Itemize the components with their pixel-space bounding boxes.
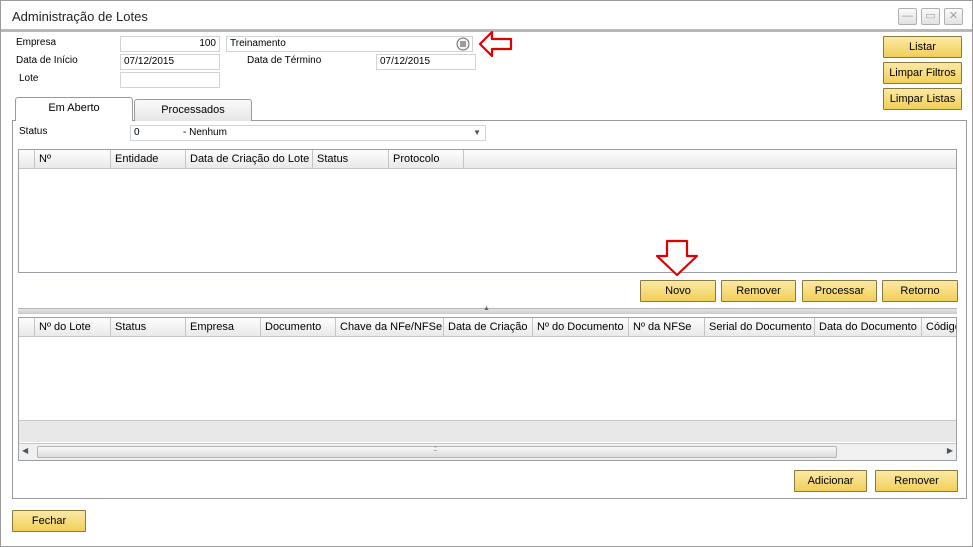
col-codigo[interactable]: Código [922, 318, 956, 336]
grid-summary-row [19, 420, 956, 442]
adicionar-button[interactable]: Adicionar [794, 470, 867, 492]
listar-button[interactable]: Listar [883, 36, 962, 58]
lotes-grid-header: Nº Entidade Data de Criação do Lote Stat… [19, 150, 956, 169]
window-title: Administração de Lotes [12, 9, 148, 24]
title-bar: Administração de Lotes — ▭ ✕ [1, 1, 972, 32]
horizontal-scrollbar[interactable]: ◀ ::: ▶ [19, 443, 956, 460]
col-numero-lote[interactable]: Nº do Lote [35, 318, 111, 336]
col-numero-nfse[interactable]: Nº da NFSe [629, 318, 705, 336]
grip-icon: ::: [433, 444, 438, 453]
fechar-button[interactable]: Fechar [12, 510, 86, 532]
lotes-grid[interactable]: Nº Entidade Data de Criação do Lote Stat… [18, 149, 957, 273]
col-data-criacao-lote[interactable]: Data de Criação do Lote [186, 150, 313, 168]
lote-field[interactable] [120, 72, 220, 88]
retorno-button[interactable]: Retorno [882, 280, 958, 302]
empresa-code-field[interactable]: 100 [120, 36, 220, 52]
splitter-up-icon: ▲ [483, 305, 490, 312]
minimize-button[interactable]: — [898, 8, 917, 25]
data-termino-field[interactable]: 07/12/2015 [376, 54, 476, 70]
empresa-label: Empresa [16, 37, 57, 48]
documentos-grid[interactable]: Nº do Lote Status Empresa Documento Chav… [18, 317, 957, 461]
col-numero-documento[interactable]: Nº do Documento [533, 318, 629, 336]
scroll-left-icon[interactable]: ◀ [22, 446, 28, 455]
row-selector-header [19, 318, 35, 336]
maximize-button[interactable]: ▭ [921, 8, 940, 25]
scrollbar-thumb[interactable]: ::: [37, 444, 837, 458]
documentos-grid-header: Nº do Lote Status Empresa Documento Chav… [19, 318, 956, 337]
data-termino-label: Data de Término [247, 55, 322, 66]
col-protocolo[interactable]: Protocolo [389, 150, 464, 168]
remover-lote-button[interactable]: Remover [721, 280, 796, 302]
tab-processados[interactable]: Processados [134, 99, 252, 121]
empresa-name-field[interactable]: Treinamento [226, 36, 473, 52]
data-inicio-label: Data de Início [16, 55, 78, 66]
col-data-criacao[interactable]: Data de Criação [444, 318, 533, 336]
limpar-listas-button[interactable]: Limpar Listas [883, 88, 962, 110]
list-choose-icon[interactable] [456, 37, 470, 51]
row-selector-header [19, 150, 35, 168]
status-code: 0 [134, 127, 140, 138]
remover-documento-button[interactable]: Remover [875, 470, 958, 492]
tab-em-aberto[interactable]: Em Aberto [15, 97, 133, 121]
col-status[interactable]: Status [111, 318, 186, 336]
status-text: - Nenhum [183, 127, 227, 138]
col-serial-documento[interactable]: Serial do Documento [705, 318, 815, 336]
chevron-down-icon: ▼ [473, 128, 481, 137]
empresa-name-text: Treinamento [230, 38, 286, 49]
red-arrow-down-icon [655, 239, 699, 277]
close-icon: ✕ [948, 10, 959, 22]
data-inicio-field[interactable]: 07/12/2015 [120, 54, 220, 70]
lote-label: Lote [19, 73, 39, 84]
scroll-right-icon[interactable]: ▶ [947, 446, 953, 455]
red-arrow-left-icon [478, 30, 513, 58]
status-dropdown[interactable]: 0 - Nenhum ▼ [130, 125, 486, 141]
col-data-documento[interactable]: Data do Documento [815, 318, 922, 336]
col-numero[interactable]: Nº [35, 150, 111, 168]
status-label: Status [19, 126, 48, 137]
minimize-icon: — [902, 10, 913, 22]
col-chave-nfe[interactable]: Chave da NFe/NFSe [336, 318, 444, 336]
col-entidade[interactable]: Entidade [111, 150, 186, 168]
processar-button[interactable]: Processar [802, 280, 877, 302]
col-documento[interactable]: Documento [261, 318, 336, 336]
close-button[interactable]: ✕ [944, 8, 963, 25]
novo-button[interactable]: Novo [640, 280, 716, 302]
col-empresa[interactable]: Empresa [186, 318, 261, 336]
splitter-handle[interactable]: ▲ [18, 305, 957, 314]
limpar-filtros-button[interactable]: Limpar Filtros [883, 62, 962, 84]
maximize-icon: ▭ [925, 10, 936, 22]
window: Administração de Lotes — ▭ ✕ Empresa 100… [0, 0, 973, 547]
col-status[interactable]: Status [313, 150, 389, 168]
